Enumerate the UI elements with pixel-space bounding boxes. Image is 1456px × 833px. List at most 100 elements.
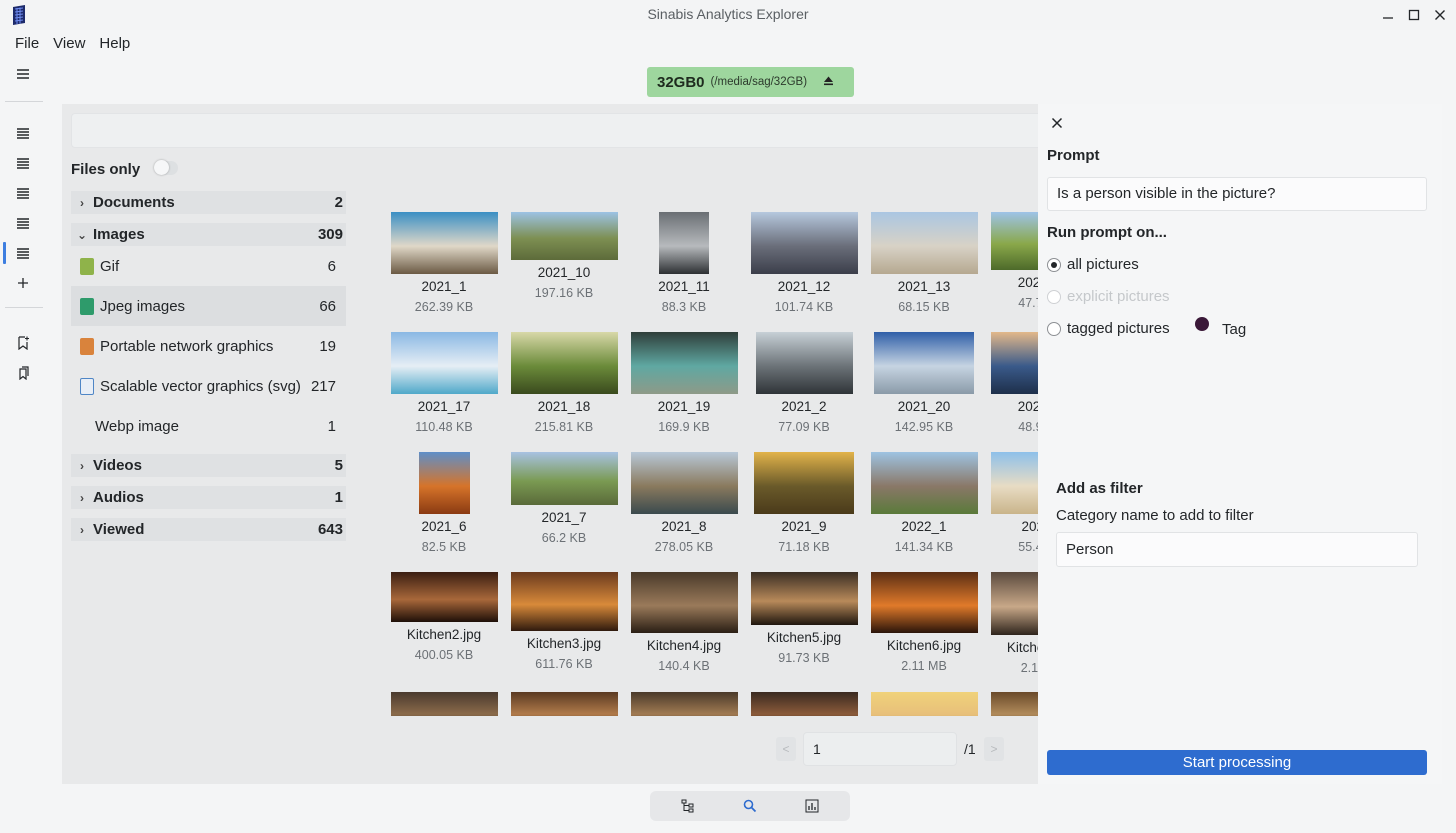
close-window-icon[interactable] xyxy=(1432,6,1448,24)
gallery-item[interactable]: 2021_8 278.05 KB xyxy=(624,452,744,572)
image-thumbnail[interactable] xyxy=(755,332,853,394)
gallery-item[interactable]: 2021_6 82.5 KB xyxy=(384,452,504,572)
list-icon[interactable] xyxy=(13,183,33,203)
image-thumbnail[interactable] xyxy=(990,212,1038,270)
tree-item-svg[interactable]: Scalable vector graphics (svg) 217 xyxy=(71,366,346,406)
tree-view-icon[interactable] xyxy=(680,798,696,814)
tree-category-viewed[interactable]: › Viewed 643 xyxy=(71,518,346,541)
page-number-input[interactable]: 1 xyxy=(803,732,957,766)
image-thumbnail[interactable] xyxy=(990,452,1038,514)
radio-button[interactable] xyxy=(1047,257,1061,272)
gallery-item[interactable]: 2021_14 47.74 KB xyxy=(984,212,1038,332)
tree-category-images[interactable]: ⌄ Images 309 xyxy=(71,223,346,246)
tree-category-documents[interactable]: › Documents 2 xyxy=(71,191,346,214)
minimize-icon[interactable] xyxy=(1380,6,1396,24)
gallery-item[interactable]: 2022_2 55.41 KB xyxy=(984,452,1038,572)
gallery-item[interactable]: 2021_2 77.09 KB xyxy=(744,332,864,452)
gallery-item[interactable]: 2021_12 101.74 KB xyxy=(744,212,864,332)
image-thumbnail[interactable] xyxy=(659,212,709,274)
menu-help[interactable]: Help xyxy=(92,30,137,56)
gallery-item[interactable] xyxy=(744,692,864,716)
list-icon[interactable] xyxy=(13,123,33,143)
gallery-item[interactable] xyxy=(384,692,504,716)
image-thumbnail[interactable] xyxy=(510,692,618,716)
image-thumbnail[interactable] xyxy=(418,452,470,514)
gallery-item[interactable]: Kitchen3.jpg 611.76 KB xyxy=(504,572,624,692)
gallery-item[interactable]: 2021_11 88.3 KB xyxy=(624,212,744,332)
maximize-icon[interactable] xyxy=(1406,6,1422,24)
drive-selector[interactable]: 32GB0 (/media/sag/32GB) xyxy=(647,67,854,97)
image-thumbnail[interactable] xyxy=(870,572,978,633)
gallery-item[interactable]: 2021_21 48.93 KB xyxy=(984,332,1038,452)
gallery-item[interactable]: 2021_13 68.15 KB xyxy=(864,212,984,332)
tag-label[interactable]: Tag xyxy=(1222,321,1246,338)
radio-button[interactable] xyxy=(1047,321,1061,336)
image-thumbnail[interactable] xyxy=(990,692,1038,716)
bookmark-add-icon[interactable] xyxy=(13,333,33,353)
image-thumbnail[interactable] xyxy=(750,212,858,274)
image-thumbnail[interactable] xyxy=(510,452,618,505)
image-thumbnail[interactable] xyxy=(870,212,978,274)
gallery-item[interactable]: Kitchen4.jpg 140.4 KB xyxy=(624,572,744,692)
tree-item-webp[interactable]: Webp image 1 xyxy=(71,406,346,446)
gallery-item[interactable] xyxy=(984,692,1038,716)
menu-view[interactable]: View xyxy=(46,30,92,56)
tree-item-jpeg[interactable]: Jpeg images 66 xyxy=(71,286,346,326)
gallery-item[interactable]: 2021_18 215.81 KB xyxy=(504,332,624,452)
gallery-item[interactable]: 2021_9 71.18 KB xyxy=(744,452,864,572)
image-thumbnail[interactable] xyxy=(870,452,978,514)
image-thumbnail[interactable] xyxy=(754,452,854,514)
tree-item-png[interactable]: Portable network graphics 19 xyxy=(71,326,346,366)
close-icon[interactable] xyxy=(1051,116,1063,134)
tree-category-videos[interactable]: › Videos 5 xyxy=(71,454,346,477)
bookmarks-icon[interactable] xyxy=(13,363,33,383)
search-input[interactable] xyxy=(71,113,1051,148)
image-thumbnail[interactable] xyxy=(750,572,858,625)
tree-category-audios[interactable]: › Audios 1 xyxy=(71,486,346,509)
plus-icon[interactable] xyxy=(13,273,33,293)
gallery-item[interactable]: 2021_19 169.9 KB xyxy=(624,332,744,452)
image-thumbnail[interactable] xyxy=(390,212,498,274)
gallery-item[interactable]: Kitchen5.jpg 91.73 KB xyxy=(744,572,864,692)
gallery-item[interactable]: 2021_10 197.16 KB xyxy=(504,212,624,332)
image-thumbnail[interactable] xyxy=(390,692,498,716)
start-processing-button[interactable]: Start processing xyxy=(1047,750,1427,775)
image-thumbnail[interactable] xyxy=(390,332,498,394)
tag-color-dot[interactable] xyxy=(1195,317,1209,331)
gallery-item[interactable]: Kitchen6.jpg 2.11 MB xyxy=(864,572,984,692)
gallery-item[interactable] xyxy=(864,692,984,716)
category-name-input[interactable]: Person xyxy=(1056,532,1418,567)
image-thumbnail[interactable] xyxy=(750,692,858,716)
chart-icon[interactable] xyxy=(804,798,820,814)
image-thumbnail[interactable] xyxy=(510,572,618,631)
image-thumbnail[interactable] xyxy=(874,332,974,394)
gallery-item[interactable]: Kitchen7.jpg 2.14 MB xyxy=(984,572,1038,692)
gallery-item[interactable]: 2021_7 66.2 KB xyxy=(504,452,624,572)
gallery-item[interactable]: 2021_1 262.39 KB xyxy=(384,212,504,332)
gallery-item[interactable]: 2021_17 110.48 KB xyxy=(384,332,504,452)
pager-next-button[interactable]: > xyxy=(984,737,1004,761)
image-thumbnail[interactable] xyxy=(630,572,738,633)
image-thumbnail[interactable] xyxy=(870,692,978,716)
gallery-item[interactable] xyxy=(624,692,744,716)
menu-file[interactable]: File xyxy=(8,30,46,56)
radio-tagged-pictures[interactable]: tagged pictures xyxy=(1047,320,1170,337)
gallery-item[interactable]: Kitchen2.jpg 400.05 KB xyxy=(384,572,504,692)
list-icon[interactable] xyxy=(13,213,33,233)
image-thumbnail[interactable] xyxy=(990,332,1038,394)
list-icon[interactable] xyxy=(13,153,33,173)
gallery-item[interactable]: 2022_1 141.34 KB xyxy=(864,452,984,572)
tree-item-gif[interactable]: Gif 6 xyxy=(71,246,346,286)
radio-all-pictures[interactable]: all pictures xyxy=(1047,256,1139,273)
files-only-toggle[interactable] xyxy=(154,160,178,175)
image-thumbnail[interactable] xyxy=(510,332,618,394)
image-thumbnail[interactable] xyxy=(390,572,498,622)
gallery-item[interactable]: 2021_20 142.95 KB xyxy=(864,332,984,452)
image-thumbnail[interactable] xyxy=(510,212,618,260)
image-thumbnail[interactable] xyxy=(630,452,738,514)
gallery-item[interactable] xyxy=(504,692,624,716)
image-thumbnail[interactable] xyxy=(630,692,738,716)
image-thumbnail[interactable] xyxy=(630,332,738,394)
hamburger-icon[interactable] xyxy=(13,64,33,84)
image-thumbnail[interactable] xyxy=(990,572,1038,635)
